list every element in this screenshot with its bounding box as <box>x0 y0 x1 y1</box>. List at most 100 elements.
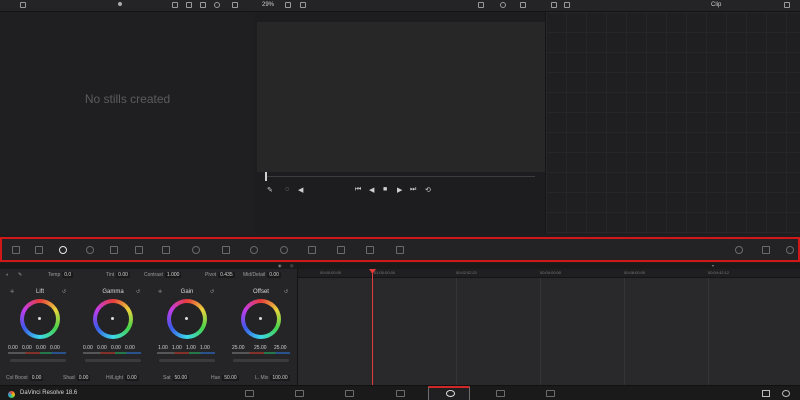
timeline-options-icon[interactable]: ▾ <box>712 263 714 268</box>
scrub-playhead[interactable] <box>265 172 267 181</box>
edit-page-icon[interactable] <box>345 390 354 397</box>
colboost-value[interactable]: 0.00 <box>29 375 44 381</box>
rgb-mixer-icon[interactable] <box>110 246 118 254</box>
gain-master-slider[interactable] <box>159 359 215 362</box>
hdr-wheels-icon[interactable] <box>86 246 94 254</box>
gain-value-b[interactable]: 1.00 <box>200 345 210 351</box>
pointer-icon[interactable] <box>551 2 557 8</box>
gain-value-r[interactable]: 1.00 <box>172 345 182 351</box>
node-editor-panel[interactable] <box>545 12 800 234</box>
wipe-icon[interactable] <box>300 2 306 8</box>
lift-value-y[interactable]: 0.00 <box>8 345 18 351</box>
search-icon[interactable] <box>214 2 220 8</box>
gain-value-y[interactable]: 1.00 <box>158 345 168 351</box>
tracker-icon[interactable] <box>280 246 288 254</box>
contrast-value[interactable]: 1.000 <box>164 272 182 278</box>
color-picker-icon[interactable]: ✎ <box>267 186 273 194</box>
color-page-icon[interactable] <box>446 390 455 397</box>
lift-value-r[interactable]: 0.00 <box>22 345 32 351</box>
clip-mode-select[interactable]: Clip <box>711 2 721 8</box>
sizing-icon[interactable] <box>396 246 404 254</box>
gain-value-g[interactable]: 1.00 <box>186 345 196 351</box>
gallery-size-slider[interactable] <box>118 2 122 6</box>
offset-master-slider[interactable] <box>233 359 289 362</box>
hilight-value[interactable]: 0.00 <box>124 375 139 381</box>
fairlight-page-icon[interactable] <box>496 390 505 397</box>
go-to-end-icon[interactable]: ⏭ <box>410 186 416 194</box>
more-options-icon[interactable] <box>232 2 238 8</box>
gamma-value-b[interactable]: 0.00 <box>125 345 135 351</box>
info-icon[interactable] <box>786 246 794 254</box>
color-match-icon[interactable] <box>35 246 43 254</box>
options-icon[interactable] <box>520 2 526 8</box>
list-view-icon[interactable] <box>172 2 178 8</box>
video-viewer[interactable] <box>257 22 545 172</box>
play-reverse-icon[interactable]: ◀ <box>369 186 374 194</box>
magic-mask-icon[interactable] <box>308 246 316 254</box>
loop-icon[interactable]: ⟲ <box>425 186 431 194</box>
gamma-value-r[interactable]: 0.00 <box>97 345 107 351</box>
lmix-value[interactable]: 100.00 <box>270 375 290 381</box>
blur-icon[interactable] <box>337 246 345 254</box>
hand-tool-icon[interactable] <box>500 2 506 8</box>
lift-value-g[interactable]: 0.00 <box>36 345 46 351</box>
node-options-icon[interactable] <box>784 2 790 8</box>
color-wheels-icon[interactable] <box>59 246 67 254</box>
mini-timeline[interactable]: 00:00:00:00 01:00:00:00 00:02:52:21 00:0… <box>298 269 800 385</box>
gamma-master-slider[interactable] <box>85 359 141 362</box>
offset-reset-icon[interactable]: ↺ <box>284 289 288 295</box>
offset-wheel-handle[interactable] <box>259 317 262 320</box>
auto-balance-icon[interactable]: ◐ <box>6 272 9 278</box>
shad-value[interactable]: 0.00 <box>76 375 91 381</box>
gamma-wheel-handle[interactable] <box>111 317 114 320</box>
viewer-mode-icon[interactable] <box>285 2 291 8</box>
play-icon[interactable]: ▶ <box>397 186 402 194</box>
cut-page-icon[interactable] <box>295 390 304 397</box>
picker-icon[interactable]: ✎ <box>18 272 22 278</box>
reset-icon[interactable]: ◉ <box>278 263 282 268</box>
temp-value[interactable]: 0.0 <box>62 272 74 278</box>
sat-value[interactable]: 50.00 <box>172 375 190 381</box>
motion-effects-icon[interactable] <box>135 246 143 254</box>
audio-icon[interactable]: ◀ <box>298 186 303 194</box>
lift-wheel-handle[interactable] <box>38 317 41 320</box>
hue-value[interactable]: 50.00 <box>222 375 239 381</box>
lift-value-b[interactable]: 0.00 <box>50 345 60 351</box>
offset-value-g[interactable]: 25.00 <box>254 345 267 351</box>
lift-master-slider[interactable] <box>10 359 66 362</box>
gain-reset-icon[interactable]: ↺ <box>210 289 214 295</box>
stop-icon[interactable]: ■ <box>383 186 387 193</box>
gamma-value-y[interactable]: 0.00 <box>83 345 93 351</box>
color-warper-icon[interactable] <box>192 246 200 254</box>
key-icon[interactable] <box>366 246 374 254</box>
display-icon[interactable]: ◌ <box>285 186 289 193</box>
window-icon[interactable] <box>250 246 258 254</box>
mode-toggle-icon[interactable]: ◎ <box>290 263 294 268</box>
node-tools-icon[interactable] <box>564 2 570 8</box>
scrub-bar[interactable] <box>265 176 535 177</box>
scopes-eye-icon[interactable] <box>735 246 743 254</box>
gamma-reset-icon[interactable]: ↺ <box>136 289 140 295</box>
camera-raw-icon[interactable] <box>12 246 20 254</box>
zoom-level[interactable]: 29% <box>262 2 274 8</box>
lift-reset-icon[interactable]: ↺ <box>62 289 66 295</box>
pivot-value[interactable]: 0.435 <box>218 272 235 278</box>
deliver-page-icon[interactable] <box>546 390 555 397</box>
curves-icon[interactable] <box>162 246 170 254</box>
import-icon[interactable] <box>20 2 26 8</box>
timeline-playhead[interactable] <box>372 269 373 385</box>
scopes-icon[interactable] <box>762 246 770 254</box>
offset-value-r[interactable]: 25.00 <box>232 345 245 351</box>
go-to-start-icon[interactable]: ⏮ <box>355 186 361 194</box>
gamma-value-g[interactable]: 0.00 <box>111 345 121 351</box>
offset-value-b[interactable]: 25.00 <box>274 345 287 351</box>
home-icon[interactable] <box>762 390 770 397</box>
qualifier-icon[interactable] <box>222 246 230 254</box>
tint-value[interactable]: 0.00 <box>116 272 130 278</box>
fusion-page-icon[interactable] <box>396 390 405 397</box>
sort-icon[interactable] <box>200 2 206 8</box>
middetail-value[interactable]: 0.00 <box>267 272 281 278</box>
settings-gear-icon[interactable] <box>782 390 790 397</box>
grid-view-icon[interactable] <box>186 2 192 8</box>
media-page-icon[interactable] <box>245 390 254 397</box>
